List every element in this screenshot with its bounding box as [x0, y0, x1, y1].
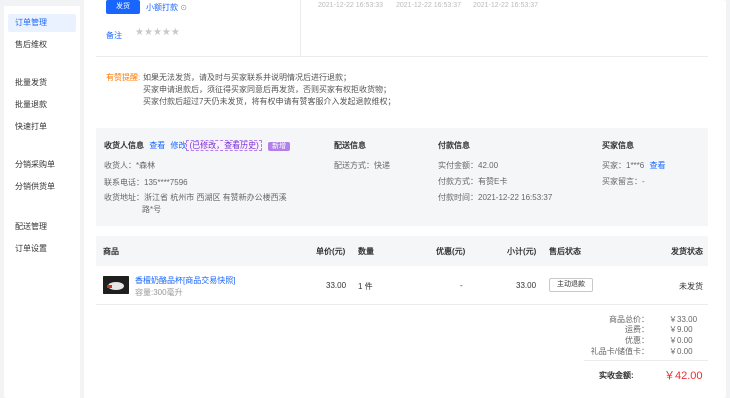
- sidebar-item-order-settings[interactable]: 订单设置: [8, 240, 76, 258]
- summary-giftcard-value: ￥0.00: [669, 347, 693, 356]
- product-thumbnail[interactable]: [103, 276, 129, 294]
- product-image: [103, 276, 129, 294]
- receiver-view-link[interactable]: 查看: [149, 141, 165, 150]
- buyer-view-link[interactable]: 查看: [649, 161, 665, 170]
- modified-tag-text: (已修改，: [189, 141, 225, 150]
- star-icon[interactable]: ★: [171, 27, 180, 38]
- payment-time: 付款时间：2021-12-22 16:53:37: [438, 193, 553, 202]
- col-unit-price: 单价(元): [316, 247, 346, 256]
- timestamp-2: 2021-12-22 16:53:37: [396, 2, 461, 9]
- receiver-title: 收货人信息: [104, 141, 144, 150]
- star-icon[interactable]: ★: [135, 27, 144, 38]
- payment-method: 付款方式：有赞E卡: [438, 177, 508, 186]
- sidebar-item-distribution-supply[interactable]: 分销供货单: [8, 178, 76, 196]
- remark-label[interactable]: 备注: [106, 30, 122, 41]
- buyer-message: 买家留言：-: [602, 177, 645, 186]
- total-value: ￥42.00: [664, 370, 703, 382]
- receiver-info: 收货人信息 查看 修改 (已修改，查看历史) 新增: [104, 140, 291, 151]
- col-shipping: 发货状态: [671, 247, 703, 256]
- notice-line-2: 买家申请退款后，须征得买家同意后再发货，否则买家有权拒收货物；: [143, 85, 391, 94]
- timestamp-3: 2021-12-22 16:53:37: [473, 2, 538, 9]
- sidebar-item-quick-print[interactable]: 快速打单: [8, 118, 76, 136]
- receiver-name: 收货人：*森林: [104, 161, 156, 170]
- receiver-address-cont: 路*号: [142, 205, 162, 214]
- store-link-label[interactable]: 小额打款: [146, 3, 178, 12]
- window-edge: [726, 0, 730, 398]
- star-icon[interactable]: ★: [162, 27, 171, 38]
- active-refund-button[interactable]: 主动退款: [549, 278, 593, 292]
- product-spec: 容量:300毫升: [135, 288, 183, 297]
- product-table-header: 商品 单价(元) 数量 优惠(元) 小计(元) 售后状态 发货状态: [96, 236, 708, 266]
- product-name-link[interactable]: 香檀奶酪品杯[商品交易快照]: [135, 275, 235, 286]
- row-divider: [96, 304, 708, 305]
- sidebar-item-delivery-management[interactable]: 配送管理: [8, 218, 76, 236]
- total-label: 实收金额:: [599, 371, 634, 380]
- delivery-method: 配送方式：快递: [334, 161, 390, 170]
- receiver-edit-link[interactable]: 修改: [170, 141, 186, 150]
- sidebar-item-batch-ship[interactable]: 批量发货: [8, 74, 76, 92]
- product-discount: -: [460, 281, 463, 290]
- col-discount: 优惠(元): [436, 247, 466, 256]
- main-content: 发货 小额打款 ⊙ 2021-12-22 16:53:33 2021-12-22…: [84, 0, 726, 398]
- order-info-panel: 收货人信息 查看 修改 (已修改，查看历史) 新增 收货人：*森林 联系电话：13…: [96, 128, 708, 226]
- buyer-label: 买家：1***6: [602, 161, 645, 170]
- col-product: 商品: [103, 247, 119, 256]
- star-icon[interactable]: ★: [144, 27, 153, 38]
- history-link[interactable]: 查看历史): [224, 141, 259, 150]
- summary-discount-value: ￥0.00: [669, 336, 693, 345]
- summary-discount-label: 优惠：: [625, 336, 649, 345]
- summary-giftcard-label: 礼品卡/储值卡：: [590, 347, 649, 356]
- send-button[interactable]: 发货: [106, 0, 140, 14]
- col-after-sale: 售后状态: [549, 247, 581, 256]
- sidebar: 订单管理 售后维权 批量发货 批量退款 快速打单 分销采购单 分销供货单 配送管…: [4, 6, 80, 398]
- column-divider: [300, 0, 301, 56]
- sidebar-item-distribution-purchase[interactable]: 分销采购单: [8, 156, 76, 174]
- product-quantity: 1 件: [358, 282, 373, 291]
- delivery-title: 配送信息: [334, 141, 366, 150]
- new-badge: 新增: [268, 142, 291, 151]
- section-divider: [96, 56, 708, 57]
- summary-freight-value: ￥9.00: [669, 325, 693, 334]
- col-quantity: 数量: [358, 247, 374, 256]
- payment-amount: 实付金额：42.00: [438, 161, 499, 170]
- notice-line-3: 买家付款后超过7天仍未发货，将有权申请有赞客服介入发起退款维权；: [143, 97, 396, 106]
- sidebar-item-after-sales[interactable]: 售后维权: [8, 36, 76, 54]
- summary-divider: [584, 360, 708, 361]
- help-icon: ⊙: [180, 3, 187, 12]
- app-frame: 订单管理 售后维权 批量发货 批量退款 快速打单 分销采购单 分销供货单 配送管…: [0, 0, 730, 398]
- receiver-address: 收货地址：浙江省 杭州市 西湖区 有赞新办公楼西溪: [104, 193, 287, 202]
- sidebar-item-order-management[interactable]: 订单管理: [8, 14, 76, 32]
- modified-tag: (已修改，查看历史): [186, 140, 262, 151]
- payment-title: 付款信息: [438, 141, 470, 150]
- timestamp-1: 2021-12-22 16:53:33: [318, 2, 383, 9]
- rating-stars[interactable]: ★★★★★: [135, 27, 180, 38]
- sidebar-item-batch-refund[interactable]: 批量退款: [8, 96, 76, 114]
- col-subtotal: 小计(元): [507, 247, 537, 256]
- star-icon[interactable]: ★: [153, 27, 162, 38]
- store-link[interactable]: 小额打款 ⊙: [146, 2, 187, 13]
- shipping-status: 未发货: [679, 282, 703, 291]
- summary-freight-label: 运费：: [625, 325, 649, 334]
- buyer-title: 买家信息: [602, 141, 634, 150]
- notice-label: 有赞提醒:: [106, 73, 141, 82]
- notice-line-1: 如果无法发货，请及时与买家联系并说明情况后进行退款；: [143, 73, 351, 82]
- product-unit-price: 33.00: [326, 281, 347, 290]
- product-subtotal: 33.00: [516, 281, 537, 290]
- receiver-phone: 联系电话：135****7596: [104, 178, 188, 187]
- buyer-info: 买家：1***6 查看: [602, 160, 665, 171]
